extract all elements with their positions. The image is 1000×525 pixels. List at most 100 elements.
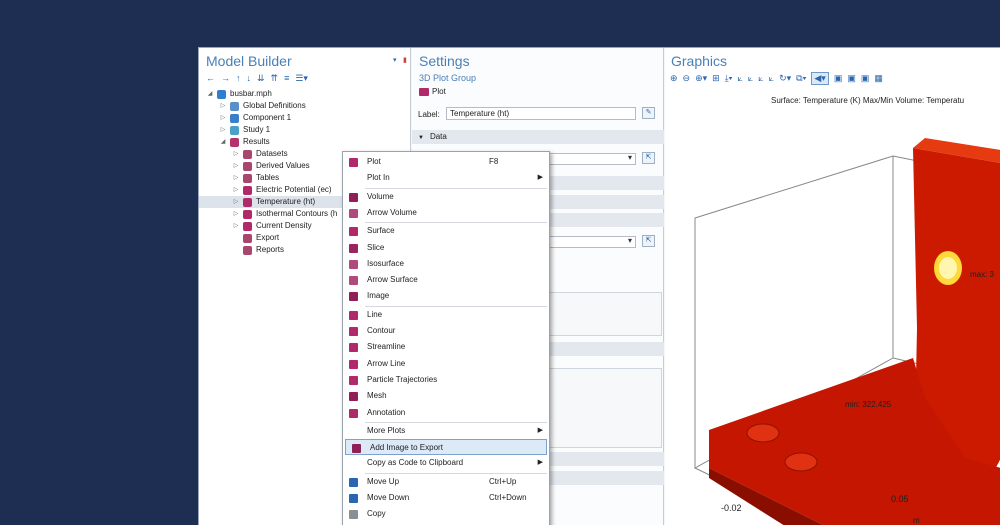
zoom-in-icon[interactable]: ⊕: [670, 73, 678, 84]
collapse-icon[interactable]: ⇈: [271, 73, 279, 84]
collapsed-arrow-icon[interactable]: ▷: [233, 220, 239, 232]
transparency-icon[interactable]: ▣: [847, 73, 856, 84]
graphics-toolbar: ⊕ ⊖ ⊕▾ ⊞ ⤓▾ ⟀ ⟀ ⟀ ⟀ ↻▾ ⧉▾ ◀▾ ▣ ▣ ▣ ▦: [670, 72, 883, 85]
collapsed-arrow-icon[interactable]: ▷: [233, 160, 239, 172]
go-to-source-button-2[interactable]: ⇱: [642, 235, 655, 247]
pane-pin-icon[interactable]: ▮: [403, 56, 407, 64]
tree-node-icon: [230, 114, 239, 123]
pane-menu-icon[interactable]: ▾: [393, 56, 397, 64]
wireframe-icon[interactable]: ▣: [861, 73, 870, 84]
menu-item-more-plots[interactable]: More Plots ▶: [343, 423, 549, 439]
data-section-label: Data: [429, 132, 447, 141]
tree-node-label: Component 1: [243, 113, 292, 122]
menu-item-label: Plot In: [367, 173, 390, 183]
expanded-arrow-icon[interactable]: ◢: [207, 88, 213, 100]
hot-spot-center: [939, 257, 957, 279]
collapsed-arrow-icon[interactable]: ▷: [233, 196, 239, 208]
menu-item-add-image-to-export[interactable]: Add Image to Export: [345, 439, 547, 456]
menu-item-image[interactable]: Image: [343, 288, 549, 304]
grid-icon[interactable]: ▦: [874, 73, 883, 84]
menu-item-move-up[interactable]: Move Up Ctrl+Up: [343, 474, 549, 490]
go-to-source-button[interactable]: ⇱: [642, 152, 655, 164]
arrow-down-icon[interactable]: ↓: [247, 73, 252, 83]
menu-item-line[interactable]: Line: [343, 307, 549, 323]
zoom-box-icon[interactable]: ⊕▾: [695, 73, 707, 84]
model-builder-toolbar: ← → ↑ ↓ ⇊ ⇈ ≡ ☰▾: [206, 72, 308, 84]
menu-item-slice[interactable]: Slice: [343, 240, 549, 256]
settings-subtitle: 3D Plot Group: [419, 73, 477, 83]
list-icon[interactable]: ☰▾: [295, 73, 308, 84]
menu-item-copy-as-code-to-clipboard[interactable]: Copy as Code to Clipboard ▶: [343, 455, 549, 471]
collapsed-arrow-icon[interactable]: ▷: [220, 124, 226, 136]
view-zx-icon[interactable]: ⟀: [758, 73, 763, 84]
menu-item-plot[interactable]: Plot F8: [343, 154, 549, 170]
isosurface-icon: [349, 259, 358, 269]
edit-label-button[interactable]: ✎: [642, 107, 655, 119]
menu-item-plot-in[interactable]: Plot In ▶: [343, 170, 549, 186]
menu-item-mesh[interactable]: Mesh: [343, 388, 549, 404]
graphics-canvas[interactable]: [665, 108, 1000, 525]
menu-item-isosurface[interactable]: Isosurface: [343, 256, 549, 272]
menu-item-label: Mesh: [367, 391, 387, 401]
contour-icon: [349, 327, 358, 336]
menu-item-label: Streamline: [367, 342, 406, 352]
settings-title: Settings: [419, 53, 470, 69]
axis-icon[interactable]: ⤓▾: [725, 73, 733, 84]
tree-node-icon: [243, 198, 252, 207]
copy-image-icon[interactable]: ⧉▾: [796, 73, 806, 84]
arrow-up-icon[interactable]: ↑: [236, 73, 241, 83]
expand-icon[interactable]: ≡: [284, 73, 289, 83]
label-field[interactable]: Temperature (ht): [446, 107, 636, 120]
menu-item-label: Surface: [367, 226, 395, 236]
menu-item-arrow-surface[interactable]: Arrow Surface: [343, 272, 549, 288]
menu-item-arrow-line[interactable]: Arrow Line: [343, 356, 549, 372]
tree-node[interactable]: ◢ Results: [199, 136, 411, 148]
tree-node-label: Tables: [256, 173, 280, 182]
tree-node-label: Electric Potential (ec): [256, 185, 332, 194]
rotate-icon[interactable]: ↻▾: [779, 73, 791, 84]
label-caption: Label:: [418, 110, 440, 119]
tree-node[interactable]: ▷ Study 1: [199, 124, 411, 136]
menu-item-surface[interactable]: Surface: [343, 223, 549, 239]
collapsed-arrow-icon[interactable]: ▷: [233, 184, 239, 196]
collapsed-arrow-icon[interactable]: ▷: [233, 208, 239, 220]
menu-item-move-down[interactable]: Move Down Ctrl+Down: [343, 490, 549, 506]
tree-node-icon: [243, 150, 252, 159]
collapsed-arrow-icon[interactable]: ▷: [220, 112, 226, 124]
menu-item-particle-trajectories[interactable]: Particle Trajectories: [343, 372, 549, 388]
arrow-right-icon[interactable]: →: [221, 73, 230, 83]
menu-item-annotation[interactable]: Annotation: [343, 405, 549, 421]
select-mode-icon[interactable]: ◀▾: [811, 72, 829, 85]
tree-node-label: Export: [256, 233, 280, 242]
submenu-arrow-icon: ▶: [537, 174, 543, 182]
menu-item-label: Add Image to Export: [370, 443, 443, 453]
menu-item-arrow-volume[interactable]: Arrow Volume: [343, 205, 549, 221]
tree-node[interactable]: ◢ busbar.mph: [199, 88, 411, 100]
submenu-arrow-icon: ▶: [537, 459, 543, 467]
zoom-extents-icon[interactable]: ⊞: [712, 73, 720, 84]
expanded-arrow-icon[interactable]: ◢: [220, 136, 226, 148]
tree-node[interactable]: ▷ Component 1: [199, 112, 411, 124]
scene-light-icon[interactable]: ▣: [834, 73, 843, 84]
menu-item-volume[interactable]: Volume: [343, 189, 549, 205]
zoom-out-icon[interactable]: ⊖: [683, 73, 691, 84]
data-section-header[interactable]: ▼ Data: [412, 130, 664, 144]
volume-icon: [349, 192, 358, 202]
view-xy-icon[interactable]: ⟀: [737, 73, 742, 84]
arrow-line-icon: [349, 359, 358, 369]
plot-button[interactable]: Plot: [419, 86, 446, 97]
view-yz-icon[interactable]: ⟀: [748, 73, 753, 84]
show-icon[interactable]: ⇊: [257, 73, 265, 84]
arrow-left-icon[interactable]: ←: [206, 73, 215, 83]
menu-item-streamline[interactable]: Streamline: [343, 339, 549, 355]
menu-item-copy[interactable]: Copy: [343, 506, 549, 522]
tree-node[interactable]: ▷ Global Definitions: [199, 100, 411, 112]
view-3d-icon[interactable]: ⟀: [769, 73, 774, 84]
collapsed-arrow-icon[interactable]: ▷: [233, 172, 239, 184]
streamline-icon: [349, 343, 358, 353]
collapsed-arrow-icon[interactable]: ▷: [233, 148, 239, 160]
collapsed-arrow-icon[interactable]: ▷: [220, 100, 226, 112]
tree-node-label: Study 1: [243, 125, 271, 134]
tree-node-label: Datasets: [256, 149, 288, 158]
menu-item-contour[interactable]: Contour: [343, 323, 549, 339]
